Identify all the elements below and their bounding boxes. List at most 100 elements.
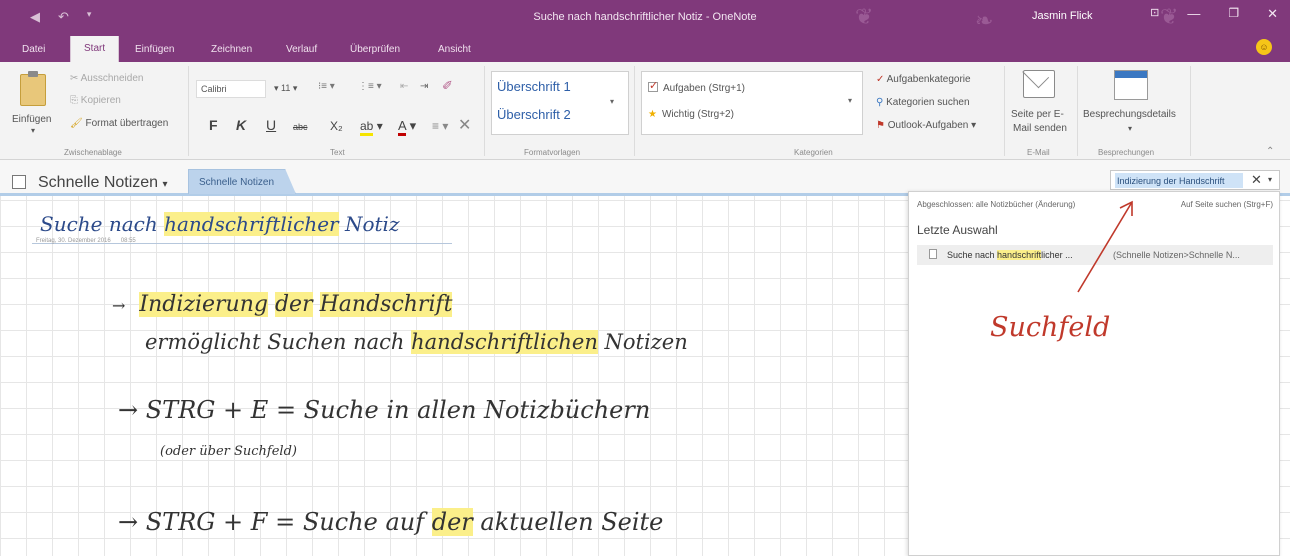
paste-dropdown-icon[interactable]: ▾ — [31, 126, 35, 135]
ink-line-5-b: aktuellen Seite — [472, 508, 664, 536]
outlook-tasks-button[interactable]: ⚑ Outlook-Aufgaben ▾ — [876, 120, 976, 131]
page-date-text: Freitag, 30. Dezember 2016 — [36, 238, 111, 244]
find-tags-label: Kategorien suchen — [886, 97, 970, 108]
flag-icon: ⚑ — [876, 120, 885, 131]
format-painter-button[interactable]: 🖌 Format übertragen — [70, 118, 168, 129]
tab-verlauf[interactable]: Verlauf — [286, 44, 317, 55]
meeting-details-button[interactable]: Besprechungsdetails — [1083, 109, 1176, 120]
bullets-icon[interactable]: ⁝≡ ▾ — [318, 81, 335, 92]
underline-button[interactable]: U — [266, 117, 276, 133]
copy-button[interactable]: ⎘ Kopieren — [70, 95, 121, 106]
group-divider — [634, 66, 635, 156]
tab-ueberpruefen[interactable]: Überprüfen — [350, 44, 400, 55]
numbering-icon[interactable]: ⋮≡ ▾ — [358, 81, 382, 92]
decrease-indent-icon[interactable]: ⇤ — [400, 81, 408, 92]
format-painter-label: Format übertragen — [85, 118, 169, 129]
cut-label: Ausschneiden — [80, 73, 144, 84]
paste-icon[interactable] — [20, 71, 46, 106]
highlight-color-button[interactable]: ab ▾ — [360, 119, 383, 136]
tab-zeichnen[interactable]: Zeichnen — [211, 44, 252, 55]
chevron-down-icon: ▾ — [162, 179, 168, 190]
ink-line-5-a: → STRG + F = Suche auf — [118, 508, 432, 536]
styles-gallery[interactable]: Überschrift 1 Überschrift 2 ▾ — [491, 71, 629, 135]
bold-button[interactable]: F — [209, 117, 218, 133]
style-heading-2[interactable]: Überschrift 2 — [497, 107, 571, 122]
notebook-icon — [12, 175, 26, 189]
task-category-label: Aufgabenkategorie — [886, 74, 971, 85]
tag-todo[interactable]: Aufgaben (Strg+1) — [648, 79, 745, 94]
cut-button[interactable]: ✂ Ausschneiden — [70, 73, 143, 84]
tab-start[interactable]: Start — [70, 36, 120, 62]
checkbox-icon — [648, 79, 658, 92]
find-tags-button[interactable]: ⚲ Kategorien suchen — [876, 97, 970, 108]
annotation-arrow — [1077, 200, 1133, 293]
email-page-button-line1[interactable]: Seite per E- — [1011, 109, 1064, 120]
minimize-icon[interactable]: — — [1187, 6, 1200, 22]
maximize-icon[interactable]: ❐ — [1228, 6, 1239, 22]
clear-search-icon[interactable]: ✕ — [1251, 172, 1262, 188]
meeting-details-dropdown-icon[interactable]: ▾ — [1128, 124, 1132, 133]
ink-highlight-indizierung: Indizierung — [139, 292, 268, 317]
envelope-icon[interactable] — [1023, 70, 1055, 98]
subscript-button[interactable]: X₂ — [330, 119, 343, 133]
tags-gallery[interactable]: Aufgaben (Strg+1) ★ Wichtig (Strg+2) ▾ — [641, 71, 863, 135]
tag-todo-label: Aufgaben (Strg+1) — [663, 83, 745, 94]
search-page-link[interactable]: Auf Seite suchen (Strg+F) — [1181, 200, 1273, 209]
delete-icon[interactable]: ✕ — [458, 115, 471, 135]
task-category-button[interactable]: ✓ Aufgabenkategorie — [876, 74, 971, 85]
search-scope-dropdown-icon[interactable]: ▾ — [1268, 175, 1272, 184]
align-icon[interactable]: ≡ ▾ — [432, 119, 448, 133]
italic-button[interactable]: K — [236, 117, 246, 133]
ink-line-2[interactable]: ermöglicht Suchen nach handschriftlichen… — [145, 330, 688, 354]
group-divider — [1004, 66, 1005, 156]
search-input[interactable] — [1115, 173, 1243, 188]
ink-line-5[interactable]: → STRG + F = Suche auf der aktuellen Sei… — [118, 508, 663, 536]
increase-indent-icon[interactable]: ⇥ — [420, 81, 428, 92]
group-label-styles: Formatvorlagen — [524, 148, 581, 157]
outlook-tasks-label: Outlook-Aufgaben — [887, 120, 969, 131]
ink-line-1[interactable]: → Indizierung der Handschrift — [112, 292, 453, 317]
group-label-meetings: Besprechungen — [1098, 148, 1155, 157]
recent-picks-header: Letzte Auswahl — [917, 223, 998, 237]
tab-datei[interactable]: Datei — [22, 44, 45, 55]
style-heading-1[interactable]: Überschrift 1 — [497, 79, 571, 94]
collapse-ribbon-icon[interactable]: ⌃ — [1266, 146, 1274, 157]
group-divider — [1190, 66, 1191, 156]
ink-arrow: → — [112, 296, 126, 315]
strikethrough-button[interactable]: abc — [293, 122, 308, 132]
star-icon: ★ — [648, 109, 657, 120]
ribbon-display-icon[interactable]: ⊡ — [1150, 6, 1159, 22]
clear-formatting-icon[interactable]: ✐ — [442, 78, 453, 94]
user-name[interactable]: Jasmin Flick — [1032, 10, 1093, 22]
result-title-highlight: handschrift — [997, 250, 1042, 260]
email-page-button-line2[interactable]: Mail senden — [1013, 123, 1067, 134]
tag-important[interactable]: ★ Wichtig (Strg+2) — [648, 109, 734, 120]
styles-more-icon[interactable]: ▾ — [610, 97, 614, 106]
ink-highlight-handschriftlichen: handschriftlichen — [411, 330, 598, 354]
font-family-select[interactable]: Calibri — [196, 80, 266, 98]
group-label-email: E-Mail — [1027, 148, 1050, 157]
group-label-clipboard: Zwischenablage — [64, 148, 122, 157]
search-box: ✕ ▾ — [1110, 170, 1280, 190]
annotation-arrow-line — [1077, 201, 1133, 293]
font-color-button[interactable]: A ▾ — [398, 118, 416, 136]
close-icon[interactable]: ✕ — [1267, 6, 1278, 22]
annotation-suchfeld: Suchfeld — [990, 312, 1111, 343]
ink-line-3[interactable]: → STRG + E = Suche in allen Notizbüchern — [118, 396, 650, 424]
notebook-selector[interactable]: Schnelle Notizen ▾ — [38, 174, 168, 192]
search-scope-link[interactable]: Abgeschlossen: alle Notizbücher (Änderun… — [917, 200, 1075, 209]
tag-important-label: Wichtig (Strg+2) — [661, 109, 734, 120]
feedback-smiley-icon[interactable]: ☺ — [1256, 39, 1272, 55]
tab-einfuegen[interactable]: Einfügen — [135, 44, 174, 55]
section-tab-schnelle-notizen[interactable]: Schnelle Notizen — [188, 169, 296, 194]
page-title-suffix: Notiz — [338, 212, 400, 236]
decorative-leaf-icon: ❦ — [855, 4, 874, 29]
tags-more-icon[interactable]: ▾ — [848, 96, 852, 105]
tab-ansicht[interactable]: Ansicht — [438, 44, 471, 55]
font-size-select[interactable]: ▾ 11 ▾ — [270, 80, 308, 98]
search-result-title: Suche nach handschriftlicher ... — [947, 250, 1073, 260]
meeting-details-icon[interactable] — [1114, 70, 1148, 100]
brush-icon: 🖌 — [70, 118, 83, 129]
ink-line-4[interactable]: (oder über Suchfeld) — [160, 444, 297, 459]
paste-button[interactable]: Einfügen — [12, 114, 51, 125]
